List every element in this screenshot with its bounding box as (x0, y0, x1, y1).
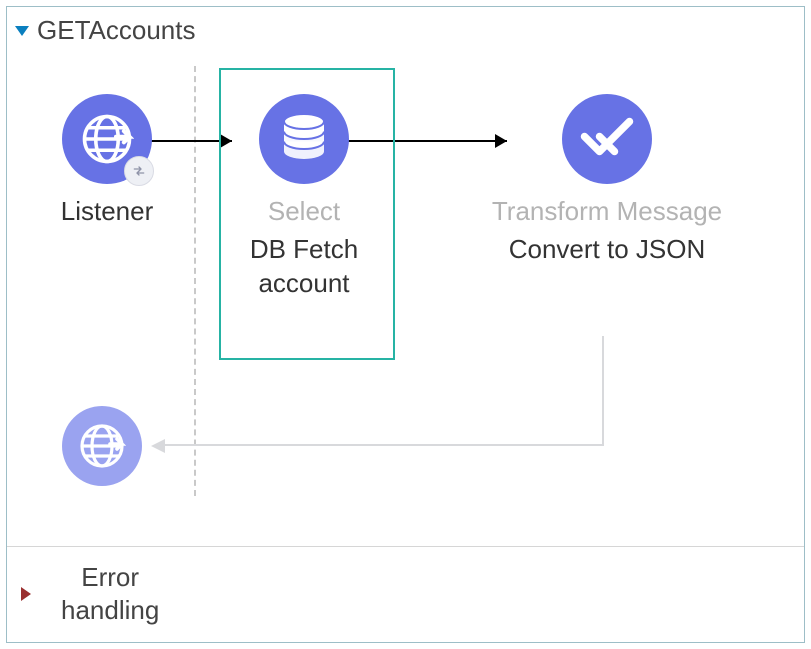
source-divider (194, 66, 196, 496)
collapse-triangle-icon[interactable] (15, 26, 29, 36)
error-handling-label: Error handling (61, 561, 159, 626)
http-listener-icon (62, 94, 152, 184)
flow-header[interactable]: GETAccounts (7, 7, 804, 46)
expand-triangle-icon[interactable] (21, 587, 31, 601)
flow-title: GETAccounts (37, 15, 195, 46)
node-db-fetch[interactable]: Select DB Fetch account (239, 94, 369, 301)
node-transform[interactable]: Transform Message Convert to JSON (477, 94, 737, 267)
flow-canvas[interactable]: Listener Select DB Fetch accoun (7, 46, 804, 546)
error-handling-section[interactable]: Error handling (7, 546, 804, 642)
node-type-label: Listener (61, 196, 154, 227)
database-icon (259, 94, 349, 184)
transform-message-icon (562, 94, 652, 184)
node-response[interactable] (62, 406, 142, 486)
return-path (162, 444, 604, 446)
node-name-label: Convert to JSON (509, 233, 706, 267)
exchange-badge-icon (124, 156, 154, 186)
node-type-label: Transform Message (492, 196, 722, 227)
node-listener[interactable]: Listener (47, 94, 167, 227)
return-path (602, 336, 604, 446)
http-response-icon (62, 406, 142, 486)
flow-panel: GETAccounts (6, 6, 805, 643)
return-arrowhead-icon (147, 431, 177, 461)
node-name-label: DB Fetch account (239, 233, 369, 301)
node-type-label: Select (268, 196, 340, 227)
